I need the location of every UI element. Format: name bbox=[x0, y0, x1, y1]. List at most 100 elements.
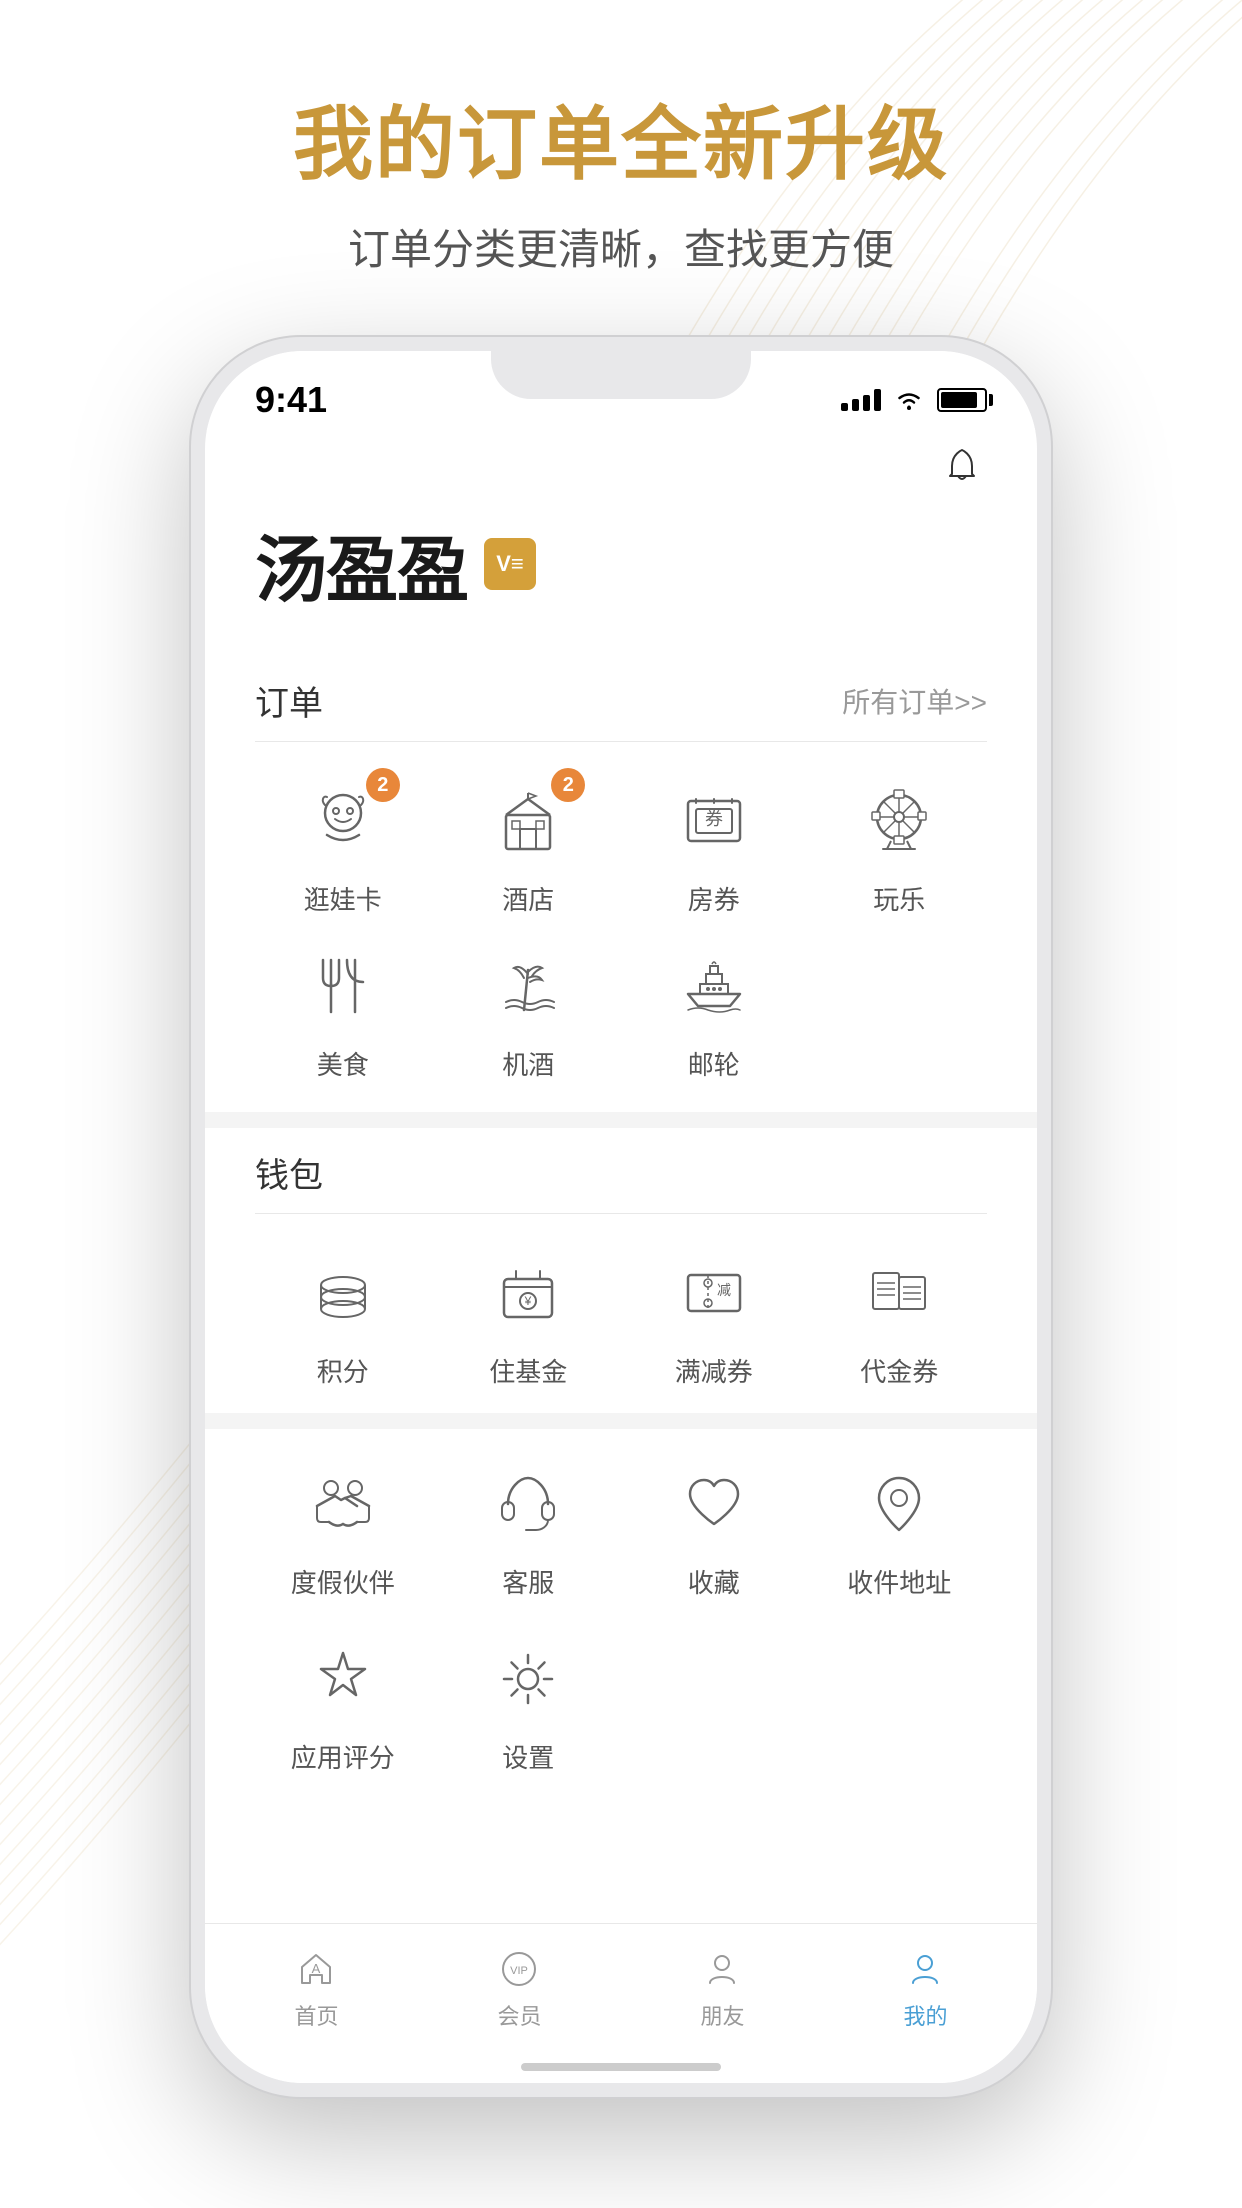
order-item-food[interactable]: 美食 bbox=[255, 941, 431, 1082]
mine-nav-icon bbox=[903, 1947, 947, 1991]
points-icon bbox=[307, 1257, 379, 1329]
bottom-nav: A 首页 VIP 会员 bbox=[205, 1923, 1037, 2083]
play-label: 玩乐 bbox=[873, 880, 925, 917]
wallet-item-jijin[interactable]: ¥ 住基金 bbox=[441, 1248, 617, 1389]
settings-icon-circle bbox=[483, 1634, 573, 1724]
signal-icon bbox=[841, 389, 881, 411]
hotel-label: 酒店 bbox=[502, 880, 554, 917]
bell-button[interactable] bbox=[937, 441, 987, 491]
sub-headline: 订单分类更清晰，查找更方便 bbox=[348, 216, 894, 277]
services-divider bbox=[205, 1413, 1037, 1429]
jijin-icon-circle: ¥ bbox=[483, 1248, 573, 1338]
nav-mine[interactable]: 我的 bbox=[903, 1947, 947, 2031]
order-item-cruise[interactable]: 邮轮 bbox=[626, 941, 802, 1082]
voucher-icon-circle bbox=[854, 1248, 944, 1338]
svg-text:券: 券 bbox=[705, 809, 723, 829]
customer-icon-circle bbox=[483, 1459, 573, 1549]
empty-cell-3 bbox=[812, 1634, 988, 1775]
hotel-icon bbox=[492, 785, 564, 857]
cruise-label: 邮轮 bbox=[688, 1045, 740, 1082]
voucher-label: 代金券 bbox=[860, 1352, 938, 1389]
wallet-item-points[interactable]: 积分 bbox=[255, 1248, 431, 1389]
nav-home[interactable]: A 首页 bbox=[294, 1947, 338, 2031]
points-label: 积分 bbox=[317, 1352, 369, 1389]
resort-icon bbox=[492, 950, 564, 1022]
headset-icon bbox=[492, 1468, 564, 1540]
gear-icon bbox=[492, 1643, 564, 1715]
orders-grid-row1: 2 逛娃 bbox=[255, 752, 987, 941]
baby-icon-circle: 2 bbox=[298, 776, 388, 866]
wallet-section: 钱包 bbox=[255, 1128, 987, 1413]
hotel-icon-circle: 2 bbox=[483, 776, 573, 866]
bell-icon bbox=[942, 446, 982, 486]
nav-vip-label: 会员 bbox=[497, 1999, 541, 2031]
status-icons bbox=[841, 388, 987, 412]
empty-cell bbox=[812, 941, 988, 1082]
service-item-settings[interactable]: 设置 bbox=[441, 1634, 617, 1775]
service-item-collect[interactable]: 收藏 bbox=[626, 1459, 802, 1600]
service-item-customer[interactable]: 客服 bbox=[441, 1459, 617, 1600]
airhotel-icon-circle bbox=[483, 941, 573, 1031]
cruise-icon-circle bbox=[669, 941, 759, 1031]
order-item-play[interactable]: 玩乐 bbox=[812, 776, 988, 917]
rating-label: 应用评分 bbox=[291, 1738, 395, 1775]
discount-icon: 减 bbox=[678, 1257, 750, 1329]
nav-mine-label: 我的 bbox=[903, 1999, 947, 2031]
service-item-partner[interactable]: 度假伙伴 bbox=[255, 1459, 431, 1600]
roomcoupon-icon: 券 bbox=[678, 785, 750, 857]
hotel-badge: 2 bbox=[551, 768, 585, 802]
empty-cell-2 bbox=[626, 1634, 802, 1775]
rating-icon-circle bbox=[298, 1634, 388, 1724]
brand-name: 汤盈盈 bbox=[255, 511, 468, 616]
all-orders-link[interactable]: 所有订单>> bbox=[842, 681, 987, 721]
nav-home-label: 首页 bbox=[294, 1999, 338, 2031]
page-wrapper: 我的订单全新升级 订单分类更清晰，查找更方便 9:41 bbox=[0, 0, 1242, 2097]
customer-label: 客服 bbox=[502, 1563, 554, 1600]
phone-screen: 9:41 bbox=[205, 351, 1037, 2083]
wallet-item-voucher[interactable]: 代金券 bbox=[812, 1248, 988, 1389]
phone-notch bbox=[491, 351, 751, 399]
location-icon bbox=[863, 1468, 935, 1540]
orders-title: 订单 bbox=[255, 676, 323, 725]
handshake-icon bbox=[307, 1468, 379, 1540]
vip-nav-icon: VIP bbox=[497, 1947, 541, 1991]
roomcoupon-icon-circle: 券 bbox=[669, 776, 759, 866]
nav-friends-label: 朋友 bbox=[700, 1999, 744, 2031]
service-item-rating[interactable]: 应用评分 bbox=[255, 1634, 431, 1775]
orders-grid-row2: 美食 bbox=[255, 941, 987, 1112]
points-icon-circle bbox=[298, 1248, 388, 1338]
ferris-wheel-icon bbox=[863, 785, 935, 857]
settings-label: 设置 bbox=[502, 1738, 554, 1775]
food-icon-circle bbox=[298, 941, 388, 1031]
partner-icon-circle bbox=[298, 1459, 388, 1549]
voucher-icon bbox=[863, 1257, 935, 1329]
nav-friends[interactable]: 朋友 bbox=[700, 1947, 744, 2031]
wallet-grid: 积分 ¥ bbox=[255, 1224, 987, 1413]
address-icon-circle bbox=[854, 1459, 944, 1549]
service-item-address[interactable]: 收件地址 bbox=[812, 1459, 988, 1600]
jijin-icon: ¥ bbox=[492, 1257, 564, 1329]
services-grid-row1: 度假伙伴 bbox=[255, 1429, 987, 1624]
app-content: 汤盈盈 V≡ 订单 所有订单>> bbox=[205, 431, 1037, 1815]
airhotel-label: 机酒 bbox=[502, 1045, 554, 1082]
home-nav-icon: A bbox=[294, 1947, 338, 1991]
order-item-roomcoupon[interactable]: 券 房券 bbox=[626, 776, 802, 917]
play-icon-circle bbox=[854, 776, 944, 866]
svg-text:VIP: VIP bbox=[511, 1965, 529, 1977]
nav-vip[interactable]: VIP 会员 bbox=[497, 1947, 541, 2031]
order-item-hotel[interactable]: 2 bbox=[441, 776, 617, 917]
phone-mockup: 9:41 bbox=[191, 337, 1051, 2097]
notification-row bbox=[255, 431, 987, 511]
order-item-baby[interactable]: 2 逛娃 bbox=[255, 776, 431, 917]
svg-text:¥: ¥ bbox=[524, 1294, 532, 1308]
battery-icon bbox=[937, 388, 987, 412]
baby-badge: 2 bbox=[366, 768, 400, 802]
discount-label: 满减券 bbox=[675, 1352, 753, 1389]
wallet-item-discount[interactable]: 减 满减券 bbox=[626, 1248, 802, 1389]
jijin-label: 住基金 bbox=[489, 1352, 567, 1389]
order-item-airhotel[interactable]: 机酒 bbox=[441, 941, 617, 1082]
app-scroll-content[interactable]: 汤盈盈 V≡ 订单 所有订单>> bbox=[205, 431, 1037, 1963]
star-icon bbox=[307, 1643, 379, 1715]
wallet-title: 钱包 bbox=[255, 1148, 323, 1197]
brand-row: 汤盈盈 V≡ bbox=[255, 511, 987, 616]
